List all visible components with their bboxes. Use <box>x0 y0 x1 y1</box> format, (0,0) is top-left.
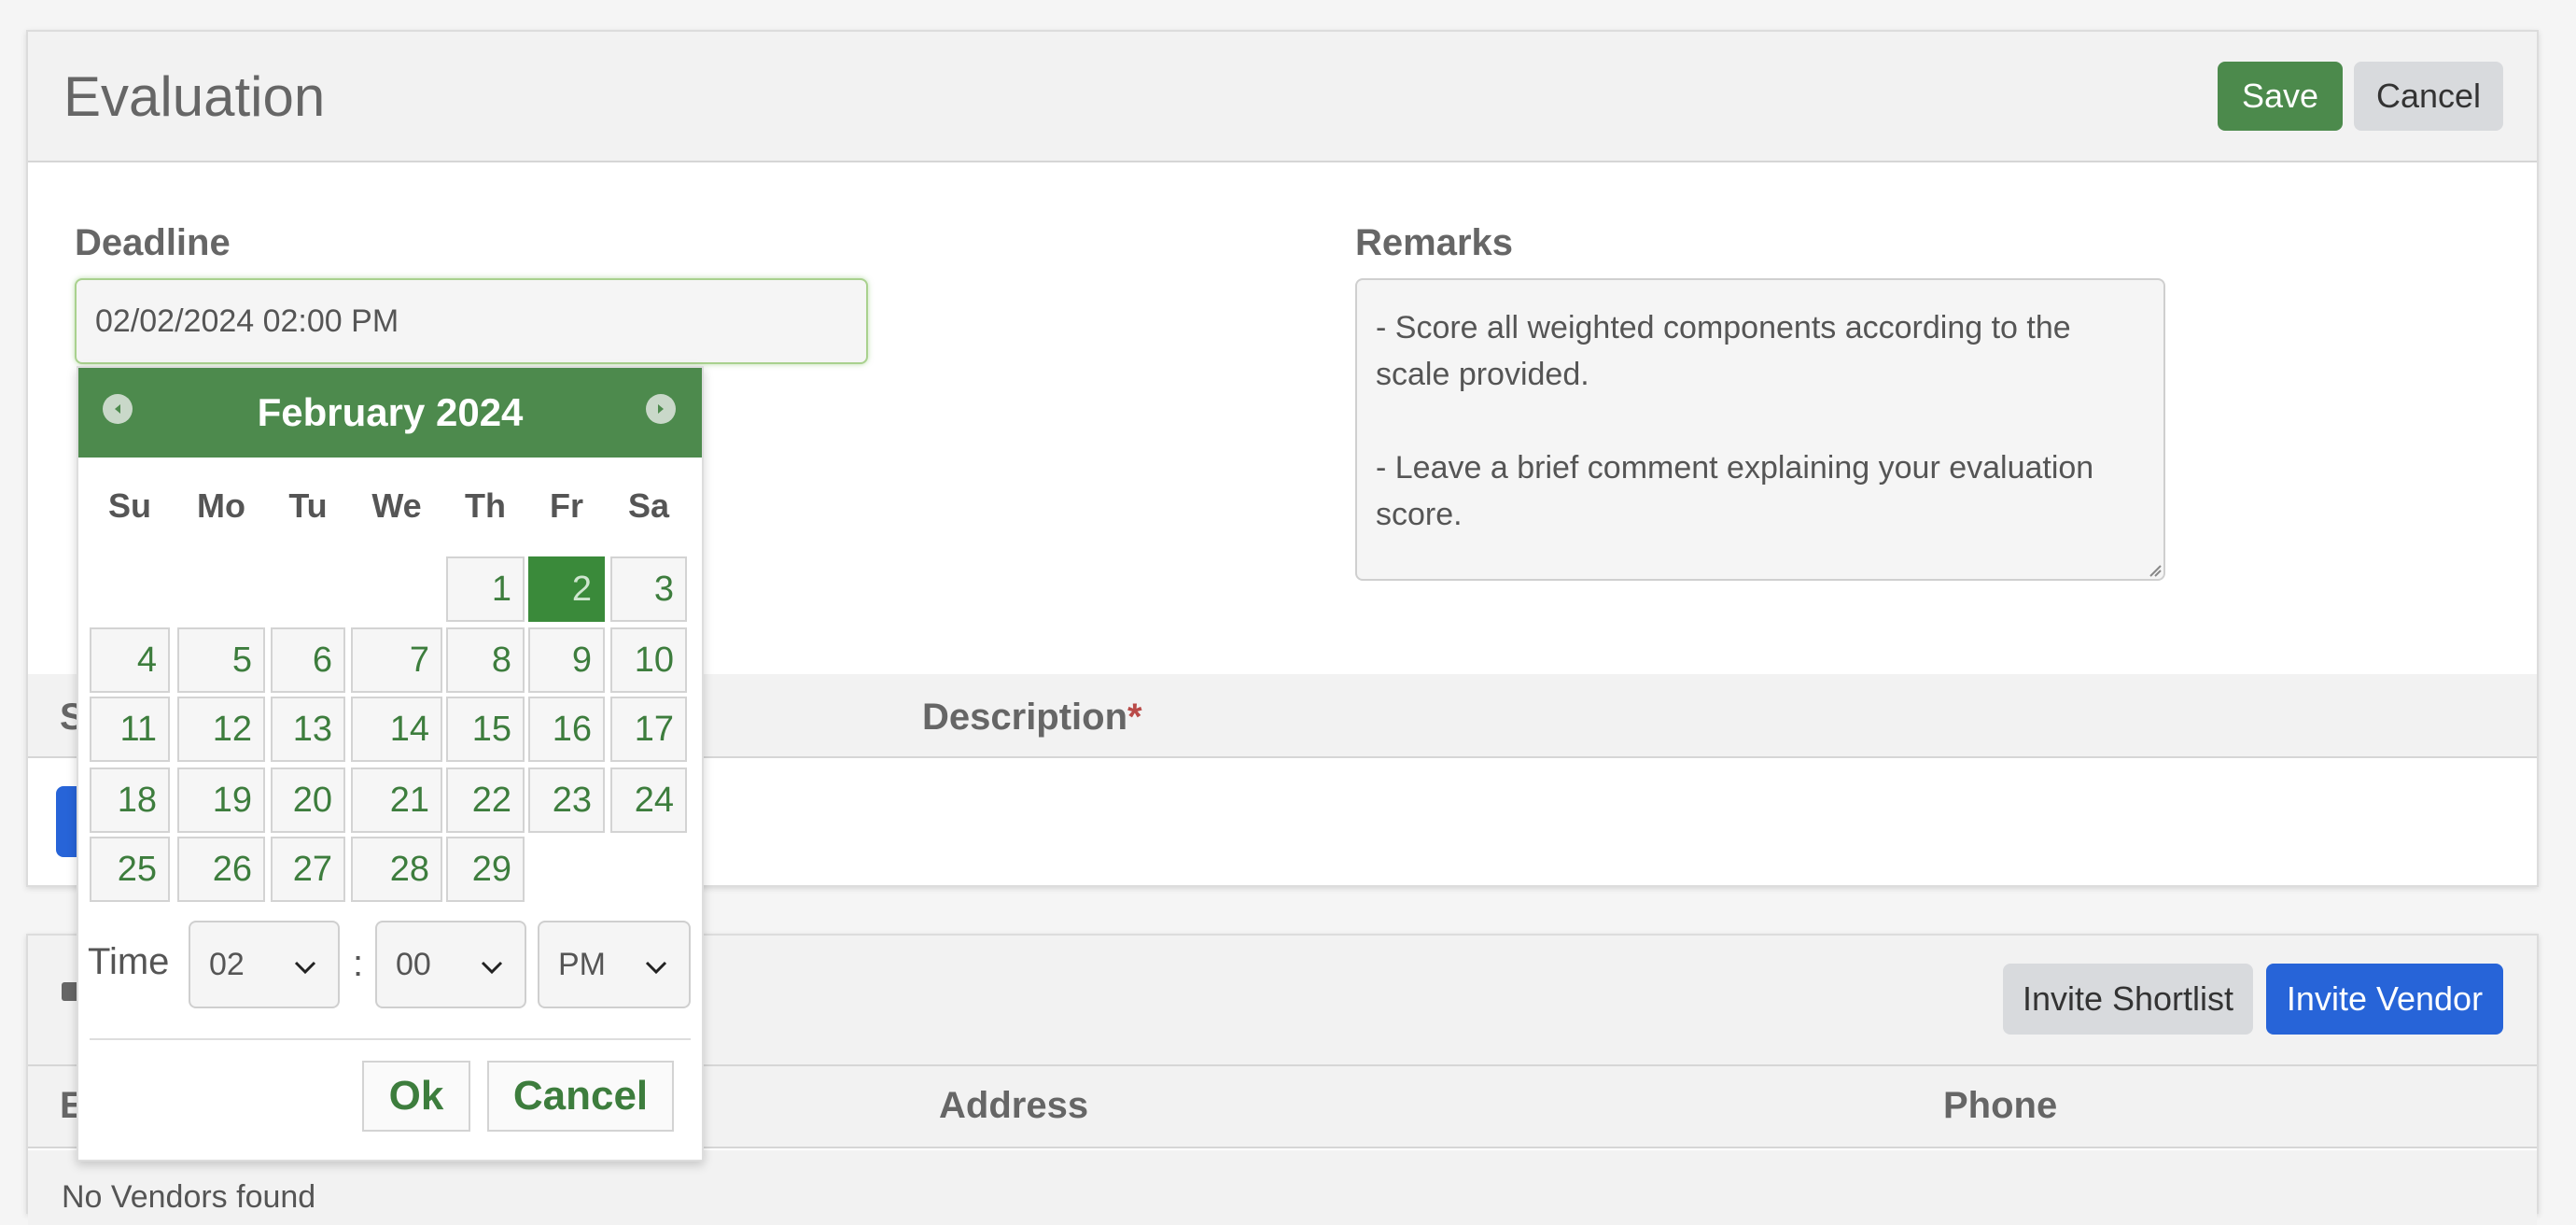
evaluation-panel-header <box>28 32 2537 162</box>
day-cell-selected[interactable]: 2 <box>528 556 605 622</box>
time-label: Time <box>88 941 170 982</box>
day-cell[interactable]: 29 <box>446 837 525 902</box>
invite-shortlist-button[interactable]: Invite Shortlist <box>2003 964 2253 1035</box>
column-header-description: Description* <box>922 695 1142 739</box>
day-cell[interactable]: 21 <box>351 767 442 833</box>
page-title: Evaluation <box>63 65 326 128</box>
vendors-table-body <box>28 1150 2537 1225</box>
ampm-select[interactable]: PM <box>538 921 691 1008</box>
description-header-label: Description <box>922 697 1128 738</box>
remarks-label: Remarks <box>1355 222 1514 263</box>
weekday-mo: Mo <box>197 486 245 525</box>
remarks-textarea[interactable]: - Score all weighted components accordin… <box>1355 278 2165 581</box>
weekday-su: Su <box>107 486 151 525</box>
weekday-we: We <box>371 486 422 525</box>
day-cell[interactable]: 28 <box>351 837 442 902</box>
day-cell[interactable]: 26 <box>177 837 265 902</box>
weekday-sa: Sa <box>627 486 670 525</box>
day-cell[interactable]: 7 <box>351 627 442 693</box>
day-cell[interactable]: 15 <box>446 697 525 762</box>
day-cell[interactable]: 6 <box>271 627 345 693</box>
chevron-down-icon <box>293 947 317 983</box>
minute-select[interactable]: 00 <box>375 921 526 1008</box>
day-cell[interactable]: 23 <box>528 767 605 833</box>
column-header-address: Address <box>939 1085 1089 1126</box>
chevron-down-icon <box>644 947 668 983</box>
hour-select[interactable]: 02 <box>189 921 340 1008</box>
deadline-input[interactable]: 02/02/2024 02:00 PM <box>75 278 868 364</box>
day-cell[interactable]: 11 <box>90 697 170 762</box>
day-cell[interactable]: 17 <box>610 697 687 762</box>
cancel-button[interactable]: Cancel <box>2354 62 2503 131</box>
invite-vendor-button[interactable]: Invite Vendor <box>2266 964 2503 1035</box>
column-header-phone: Phone <box>1943 1085 2058 1126</box>
save-button[interactable]: Save <box>2218 62 2343 131</box>
day-cell[interactable]: 24 <box>610 767 687 833</box>
deadline-label: Deadline <box>75 222 231 263</box>
minute-value: 00 <box>396 946 431 982</box>
time-separator: : <box>353 943 364 984</box>
day-cell[interactable]: 12 <box>177 697 265 762</box>
day-cell[interactable]: 5 <box>177 627 265 693</box>
ampm-value: PM <box>558 946 606 982</box>
day-cell[interactable]: 8 <box>446 627 525 693</box>
prev-month-icon[interactable] <box>103 394 133 424</box>
hour-value: 02 <box>209 946 245 982</box>
datepicker-month-title: February 2024 <box>257 390 524 434</box>
day-cell[interactable]: 14 <box>351 697 442 762</box>
day-cell[interactable]: 3 <box>610 556 687 622</box>
day-cell[interactable]: 18 <box>90 767 170 833</box>
datepicker-cancel-button[interactable]: Cancel <box>487 1061 674 1132</box>
datepicker-divider <box>90 1038 691 1040</box>
day-cell[interactable]: 4 <box>90 627 170 693</box>
day-cell[interactable]: 1 <box>446 556 525 622</box>
chevron-down-icon <box>480 947 504 983</box>
weekday-th: Th <box>465 486 506 525</box>
next-month-icon[interactable] <box>646 394 676 424</box>
day-cell[interactable]: 10 <box>610 627 687 693</box>
day-cell[interactable]: 16 <box>528 697 605 762</box>
day-cell[interactable]: 19 <box>177 767 265 833</box>
weekday-fr: Fr <box>550 486 583 525</box>
datepicker-ok-button[interactable]: Ok <box>362 1061 470 1132</box>
day-cell[interactable]: 9 <box>528 627 605 693</box>
weekday-tu: Tu <box>288 486 328 525</box>
day-cell[interactable]: 20 <box>271 767 345 833</box>
resize-handle-icon[interactable] <box>2147 562 2162 577</box>
day-cell[interactable]: 27 <box>271 837 345 902</box>
day-cell[interactable]: 13 <box>271 697 345 762</box>
empty-vendors-text: No Vendors found <box>62 1179 316 1215</box>
day-cell[interactable]: 25 <box>90 837 170 902</box>
required-marker: * <box>1127 697 1142 738</box>
day-cell[interactable]: 22 <box>446 767 525 833</box>
